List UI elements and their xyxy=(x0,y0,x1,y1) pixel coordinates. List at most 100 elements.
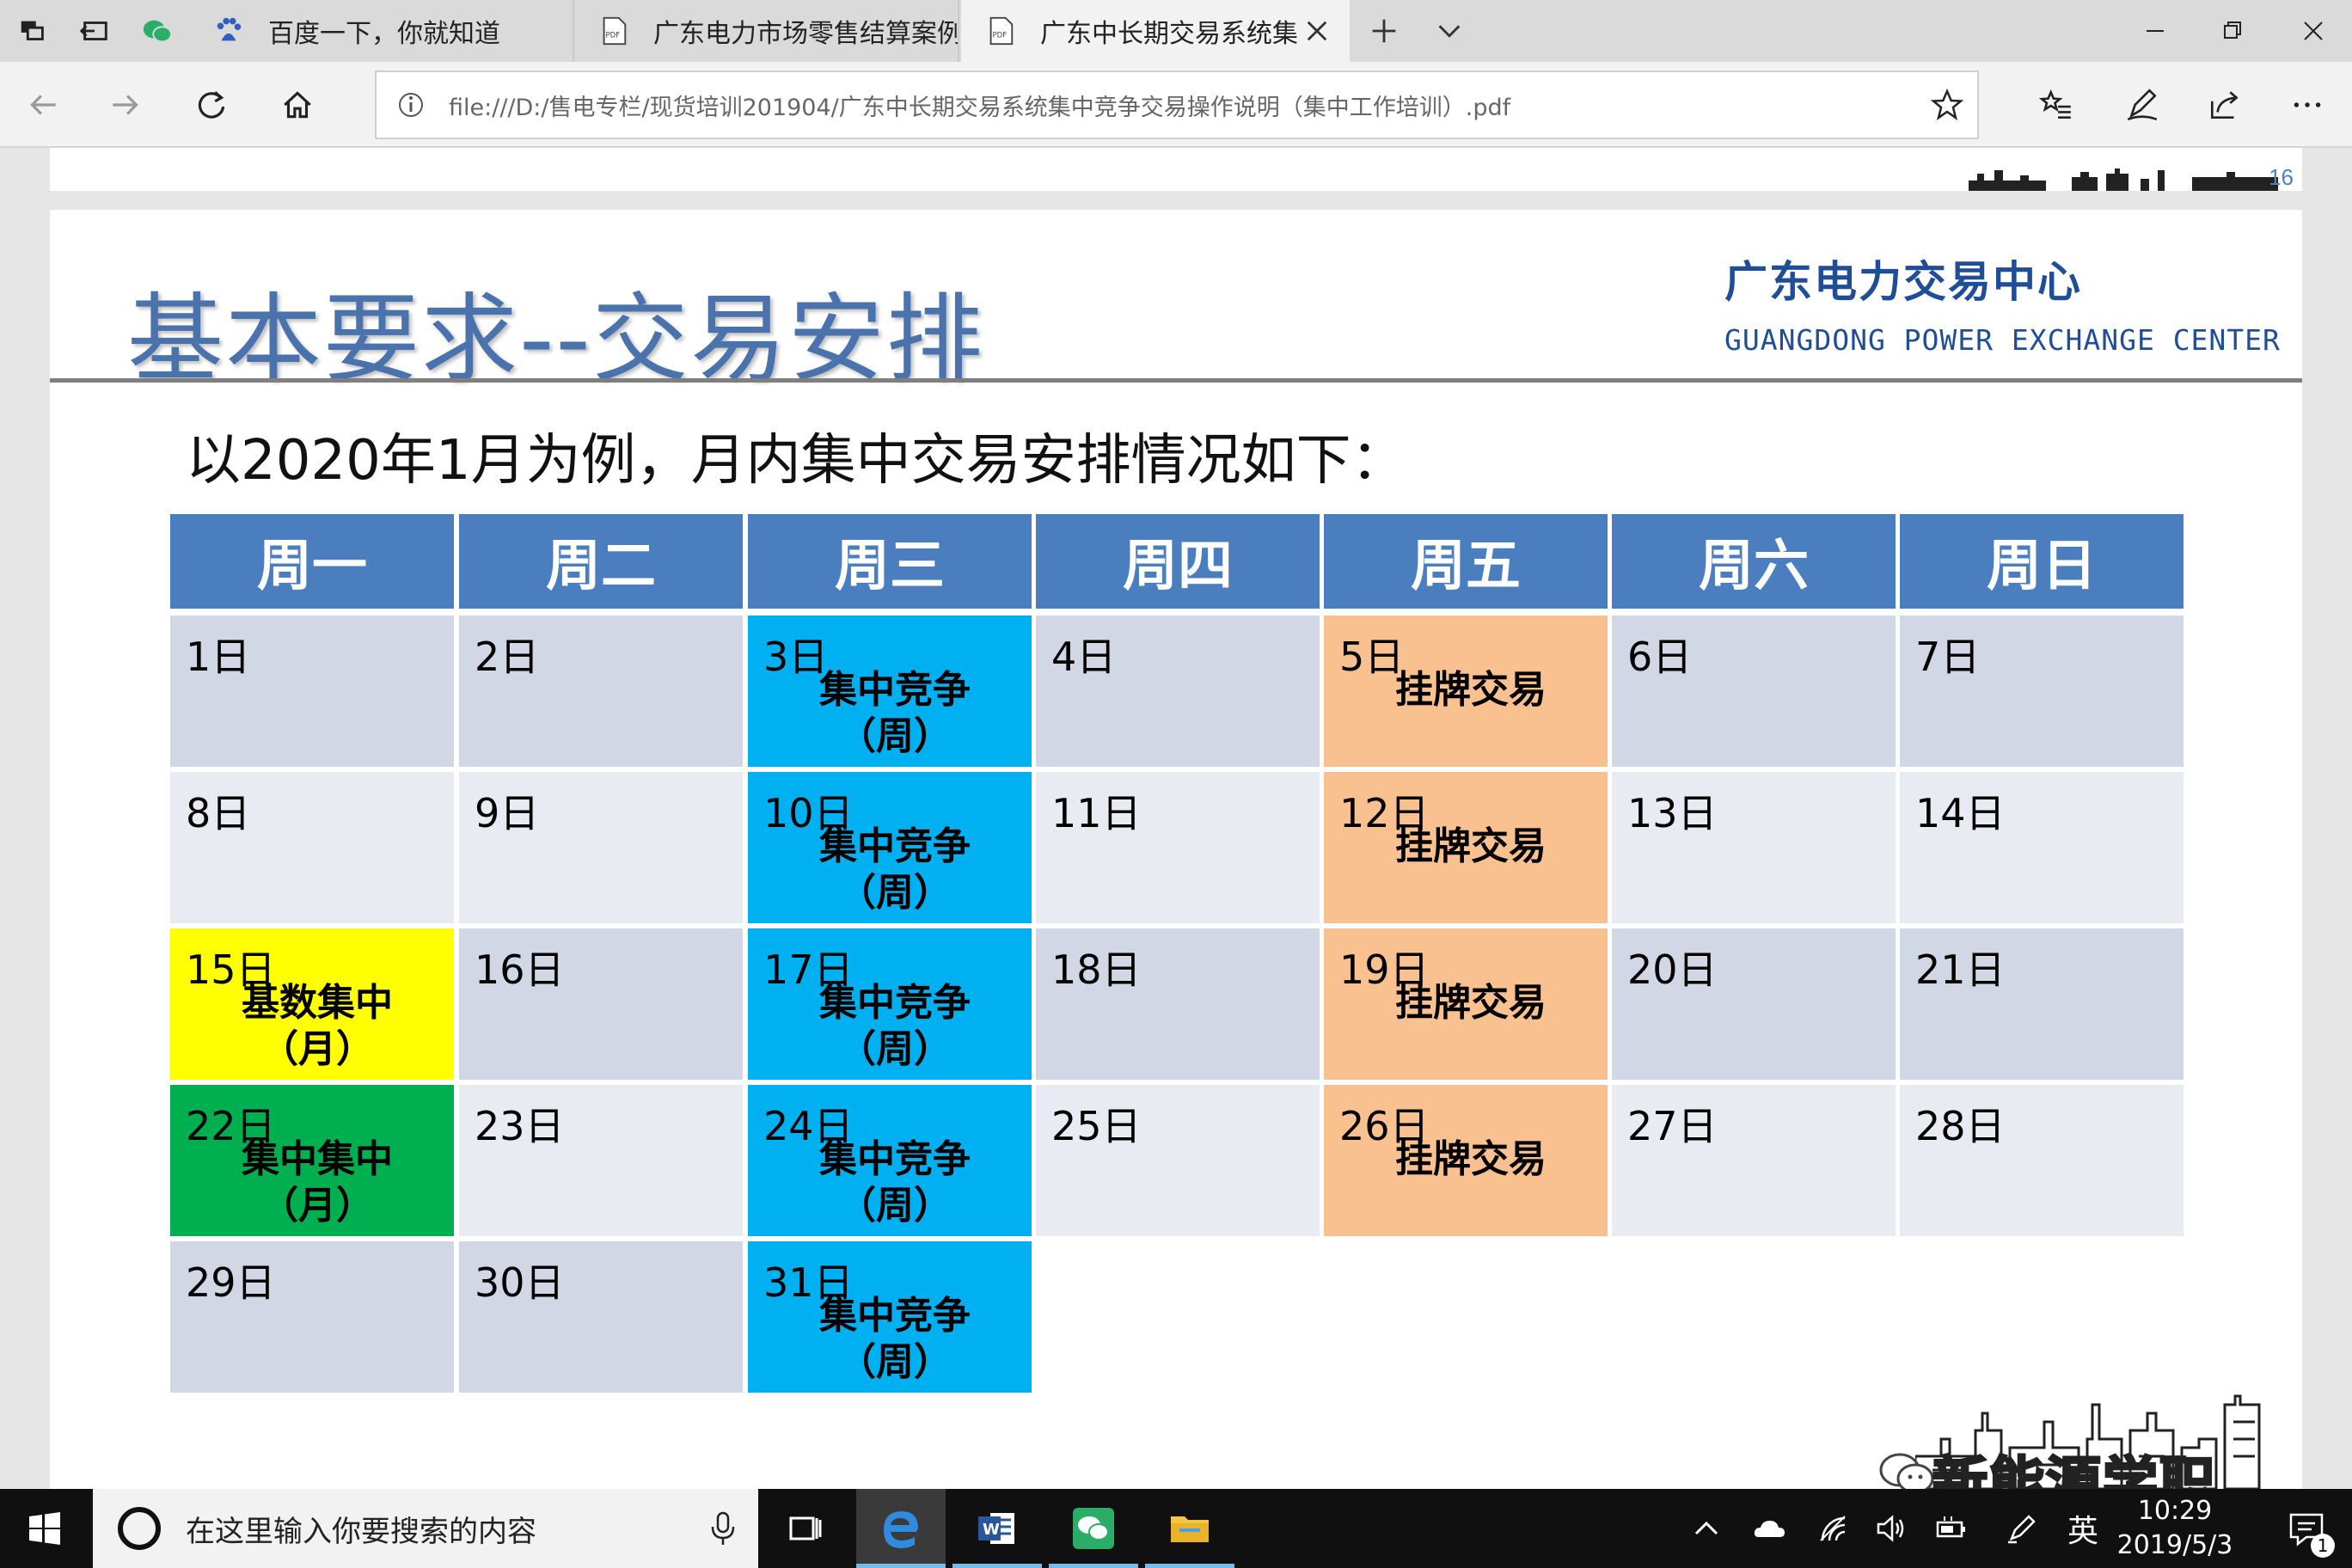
share-icon[interactable] xyxy=(2199,79,2251,131)
word-icon[interactable]: W xyxy=(952,1489,1042,1568)
restore-icon[interactable] xyxy=(2194,0,2271,62)
watermark-text: 新能源学职 xyxy=(1932,1451,2216,1490)
forward-icon[interactable] xyxy=(100,79,151,131)
minimize-icon[interactable] xyxy=(2116,0,2194,62)
calendar-day-cell: 31日 集中竞争 （周） xyxy=(748,1241,1032,1393)
microphone-icon[interactable] xyxy=(701,1503,744,1554)
wifi-icon[interactable] xyxy=(1809,1489,1857,1568)
calendar-day-cell: 23日 xyxy=(459,1085,743,1236)
org-name-en: GUANGDONG POWER EXCHANGE CENTER xyxy=(1724,323,2281,357)
home-icon[interactable] xyxy=(272,79,323,131)
trade-event: 挂牌交易 xyxy=(1324,667,1608,714)
wechat-icon[interactable] xyxy=(1049,1489,1138,1568)
calendar-day-cell: 24日 集中竞争 （周） xyxy=(748,1085,1032,1236)
calendar-day-cell: 28日 xyxy=(1900,1085,2184,1236)
battery-icon[interactable] xyxy=(1927,1489,1975,1568)
event-type: 集中集中 xyxy=(242,1137,393,1181)
tab-pdf-settlement[interactable]: PDF 广东电力市场零售结算案例 xyxy=(574,0,959,62)
onedrive-cloud-icon[interactable] xyxy=(1745,1489,1793,1568)
pdf-viewer[interactable]: 16 基本要求--交易安排 广东电力交易中心 GUANGDONG POWER E… xyxy=(0,148,2352,1489)
day-number: 13日 xyxy=(1627,790,1718,836)
calendar-day-cell: 30日 xyxy=(459,1241,743,1393)
windows-start-icon[interactable] xyxy=(0,1489,89,1568)
pdf-file-icon: PDF xyxy=(597,14,631,48)
event-type: 挂牌交易 xyxy=(1395,1137,1547,1181)
title-divider xyxy=(50,378,2302,383)
chevron-down-icon[interactable] xyxy=(1417,0,1482,62)
taskbar-clock[interactable]: 10:29 2019/5/3 xyxy=(2106,1494,2244,1563)
back-icon[interactable] xyxy=(17,79,69,131)
day-number: 18日 xyxy=(1051,946,1142,993)
clock-time: 10:29 xyxy=(2137,1496,2213,1526)
event-type: 集中竞争 xyxy=(819,668,971,712)
day-number: 9日 xyxy=(475,790,540,836)
tab-manager-icon[interactable] xyxy=(0,0,65,62)
calendar-day-cell: 17日 集中竞争 （周） xyxy=(748,928,1032,1080)
event-type: 集中竞争 xyxy=(819,981,971,1025)
event-type: 挂牌交易 xyxy=(1395,981,1547,1025)
day-number: 2日 xyxy=(475,634,540,680)
svg-text:PDF: PDF xyxy=(606,32,621,40)
close-tab-icon[interactable] xyxy=(1298,12,1336,50)
tab-pdf-active[interactable]: PDF 广东中长期交易系统集中 xyxy=(961,0,1350,62)
day-number: 7日 xyxy=(1915,634,1981,680)
favorites-hub-icon[interactable] xyxy=(2030,79,2082,131)
pen-workspace-icon[interactable] xyxy=(1998,1489,2046,1568)
set-aside-tabs-icon[interactable] xyxy=(62,0,127,62)
day-number: 28日 xyxy=(1915,1103,2006,1149)
edge-icon[interactable] xyxy=(856,1489,946,1568)
event-period: （周） xyxy=(838,1184,952,1228)
trade-event: 集中竞争 （周） xyxy=(748,1136,1032,1229)
search-placeholder[interactable]: 在这里输入你要搜索的内容 xyxy=(186,1508,701,1550)
chevron-up-icon[interactable] xyxy=(1685,1489,1728,1568)
page-number: 16 xyxy=(2269,164,2294,190)
weekday-header: 周三 xyxy=(748,514,1032,609)
favorite-star-icon[interactable] xyxy=(1917,75,1977,135)
tab-label: 百度一下，你就知道 xyxy=(268,19,500,49)
calendar-day-cell: 12日 挂牌交易 xyxy=(1324,772,1608,923)
refresh-icon[interactable] xyxy=(186,79,237,131)
file-explorer-icon[interactable] xyxy=(1145,1489,1234,1568)
calendar-day-cell: 29日 xyxy=(170,1241,454,1393)
event-type: 集中竞争 xyxy=(819,1137,971,1181)
calendar-day-cell: 22日 集中集中 （月） xyxy=(170,1085,454,1236)
active-indicator xyxy=(856,1564,946,1568)
wechat-tab-icon[interactable] xyxy=(126,0,189,62)
close-window-icon[interactable] xyxy=(2275,0,2352,62)
calendar-day-cell: 27日 xyxy=(1612,1085,1896,1236)
tab-label: 广东中长期交易系统集中 xyxy=(1040,19,1298,49)
trade-event: 挂牌交易 xyxy=(1324,1136,1608,1183)
day-number: 8日 xyxy=(186,790,251,836)
calendar-day-cell: 11日 xyxy=(1036,772,1320,923)
cortana-icon[interactable] xyxy=(113,1503,165,1554)
volume-icon[interactable] xyxy=(1867,1489,1915,1568)
intro-text: 以2020年1月为例，月内集中交易安排情况如下： xyxy=(186,429,1406,493)
new-tab-icon[interactable] xyxy=(1351,0,1417,62)
more-options-icon[interactable] xyxy=(2282,79,2333,131)
input-method-indicator[interactable]: 英 xyxy=(2061,1489,2104,1568)
task-view-icon[interactable] xyxy=(760,1489,849,1568)
event-type: 集中竞争 xyxy=(819,824,971,868)
tab-baidu[interactable]: 百度一下，你就知道 xyxy=(189,0,574,62)
weekday-header: 周六 xyxy=(1612,514,1896,609)
clock-date: 2019/5/3 xyxy=(2116,1530,2233,1560)
action-center-icon[interactable]: 1 xyxy=(2261,1489,2352,1568)
previous-page: 16 xyxy=(50,148,2302,191)
calendar-day-cell: 15日 基数集中 （月） xyxy=(170,928,454,1080)
day-number: 25日 xyxy=(1051,1103,1142,1149)
event-type: 挂牌交易 xyxy=(1395,668,1547,712)
calendar-day-cell: 10日 集中竞争 （周） xyxy=(748,772,1032,923)
day-number: 21日 xyxy=(1915,946,2006,993)
day-number: 30日 xyxy=(475,1259,565,1306)
taskbar-search-box[interactable]: 在这里输入你要搜索的内容 xyxy=(93,1489,758,1568)
day-number: 11日 xyxy=(1051,790,1142,836)
calendar-day-cell: 16日 xyxy=(459,928,743,1080)
calendar-day-cell: 7日 xyxy=(1900,616,2184,767)
day-number: 20日 xyxy=(1627,946,1718,993)
pen-notes-icon[interactable] xyxy=(2116,79,2168,131)
calendar-day-cell: 2日 xyxy=(459,616,743,767)
address-bar[interactable]: file:///D:/售电专栏/现货培训201904/广东中长期交易系统集中竞争… xyxy=(375,70,1979,139)
url-text[interactable]: file:///D:/售电专栏/现货培训201904/广东中长期交易系统集中竞争… xyxy=(449,89,1917,122)
info-icon[interactable] xyxy=(394,88,428,122)
event-type: 集中竞争 xyxy=(819,1294,971,1338)
